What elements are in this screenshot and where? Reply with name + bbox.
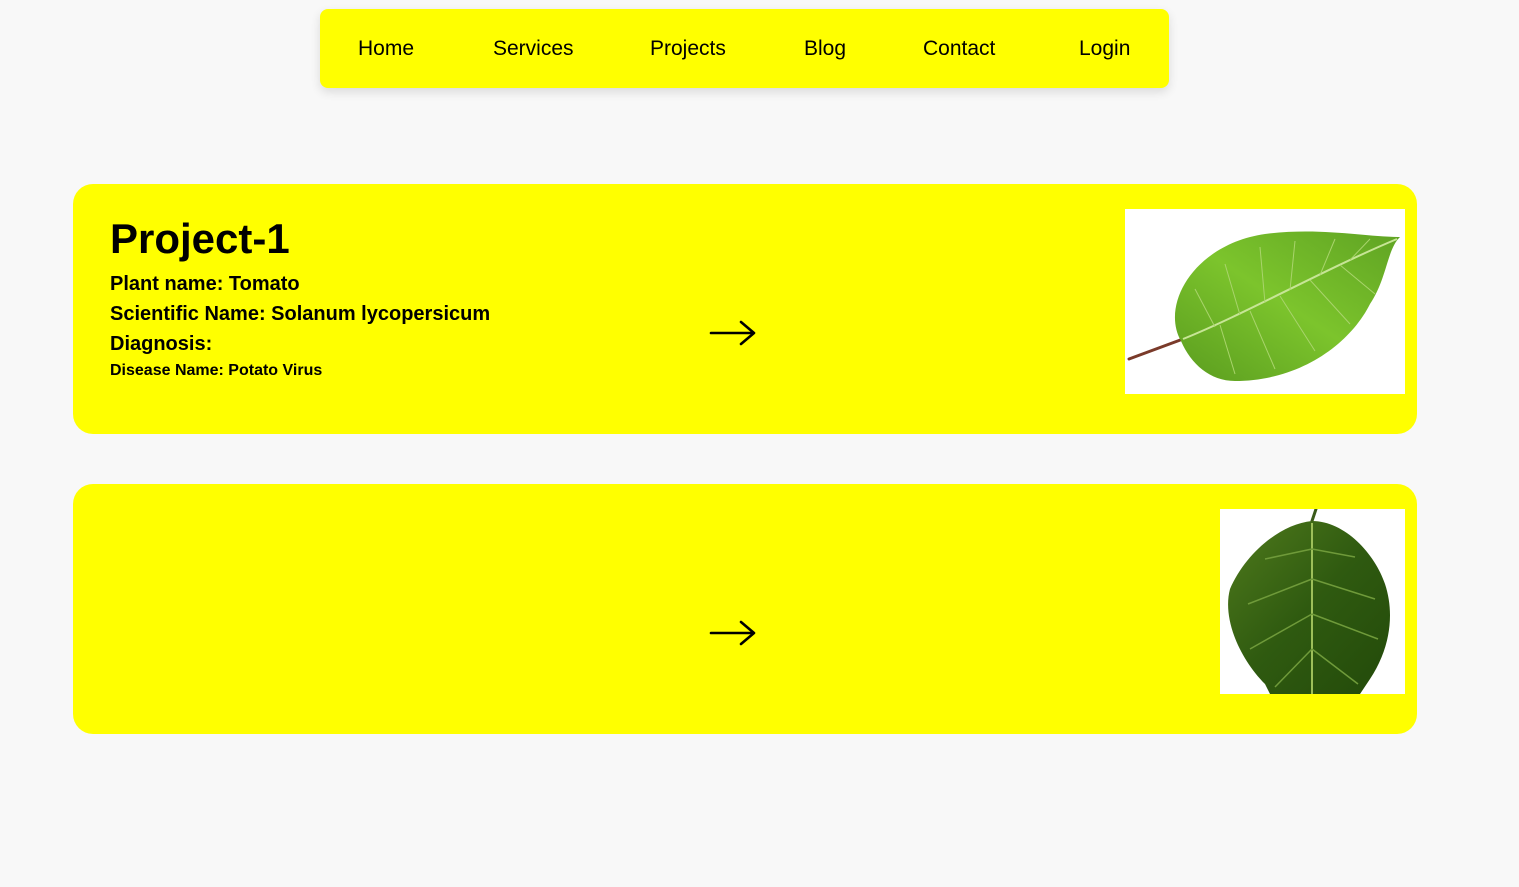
project-title: Project-1 — [110, 215, 290, 262]
nav-login-link[interactable]: Login — [1079, 35, 1130, 63]
dark-green-leaf-image — [1220, 509, 1405, 694]
top-nav: Home Services Projects Blog Contact Logi… — [320, 9, 1169, 88]
right-arrow-icon[interactable] — [709, 318, 757, 348]
project-card-2 — [73, 484, 1417, 734]
nav-services-link[interactable]: Services — [493, 35, 574, 63]
disease-name: Disease Name: Potato Virus — [110, 362, 323, 379]
light-green-leaf-image — [1125, 209, 1405, 394]
project-card-1: Project-1 Plant name: Tomato Scientific … — [73, 184, 1417, 434]
nav-contact-link[interactable]: Contact — [923, 35, 995, 63]
nav-home-link[interactable]: Home — [358, 35, 414, 63]
nav-blog-link[interactable]: Blog — [804, 35, 846, 63]
nav-projects-link[interactable]: Projects — [650, 35, 726, 63]
diagnosis-label: Diagnosis: — [110, 333, 213, 355]
scientific-name: Scientific Name: Solanum lycopersicum — [110, 303, 491, 325]
right-arrow-icon[interactable] — [709, 618, 757, 648]
plant-name: Plant name: Tomato — [110, 273, 300, 295]
